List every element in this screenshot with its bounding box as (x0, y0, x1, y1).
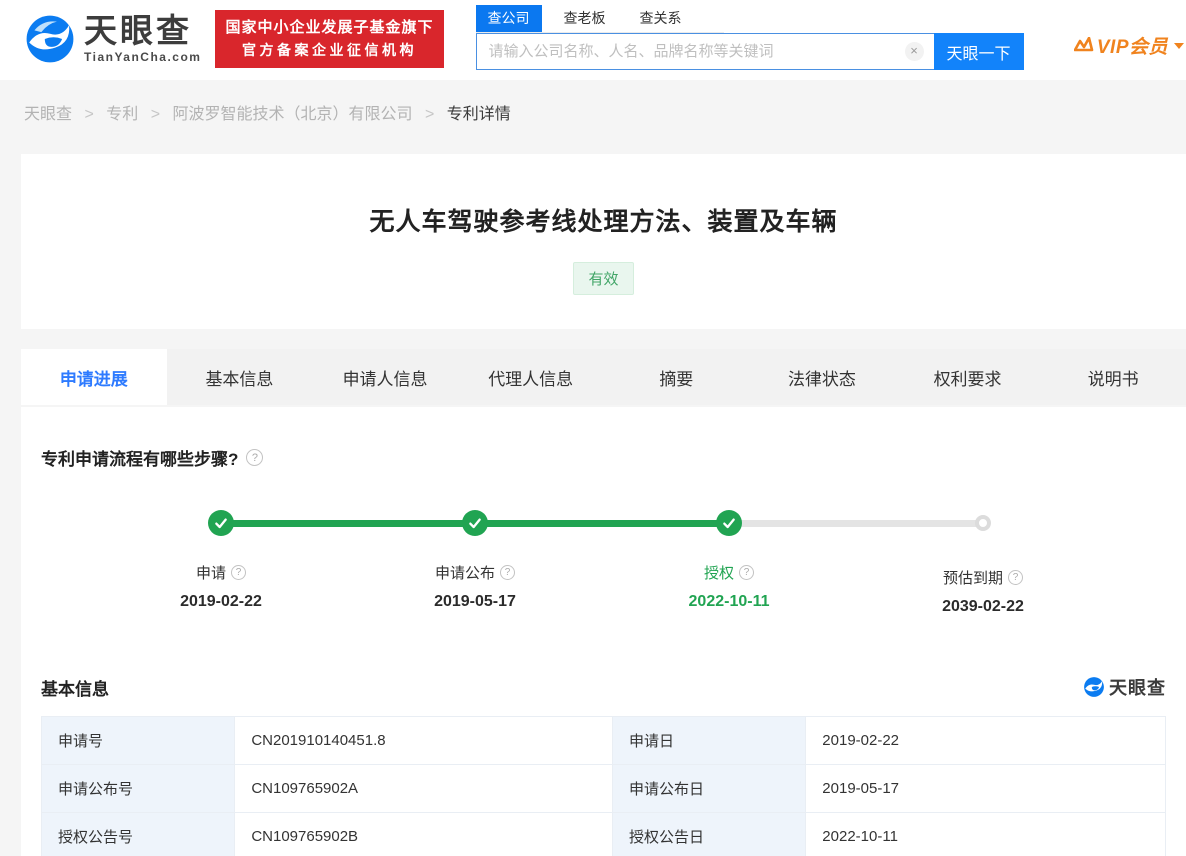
tab-agent-info[interactable]: 代理人信息 (458, 349, 604, 405)
table-row: 申请号 CN201910140451.8 申请日 2019-02-22 (40, 716, 1166, 765)
timeline-connector-done (475, 520, 729, 527)
help-icon[interactable]: ? (739, 565, 754, 580)
tab-legal-status[interactable]: 法律状态 (749, 349, 895, 405)
step-label: 授权 (703, 565, 734, 582)
timeline-connector-done (221, 520, 475, 527)
step-date: 2019-05-17 (434, 593, 516, 610)
header: 天眼查 TianYanCha.com 国家中小企业发展子基金旗下 官方备案企业征… (0, 0, 1186, 80)
timeline-step-estimated-expiry: 预估到期 ? 2039-02-22 (729, 510, 1110, 616)
breadcrumb-separator: > (150, 106, 161, 123)
detail-tabbar: 申请进展 基本信息 申请人信息 代理人信息 摘要 法律状态 权利要求 说明书 (21, 349, 1186, 405)
vip-label: VIP会员 (1096, 37, 1168, 58)
step-label: 申请公布 (434, 565, 495, 582)
progress-timeline: 申请 ? 2019-02-22 申请公布 ? 2019-05-17 授权 ? 2… (41, 510, 1166, 616)
row-value: 2019-05-17 (805, 764, 1166, 813)
search-tab-relation[interactable]: 查关系 (628, 5, 694, 32)
row-value: CN109765902B (234, 812, 613, 856)
row-value: CN201910140451.8 (234, 716, 613, 765)
tab-applicant-info[interactable]: 申请人信息 (312, 349, 458, 405)
tianyancha-swirl-icon (24, 13, 76, 65)
application-progress-panel: 专利申请流程有哪些步骤? ? 申请 ? 2019-02-22 申请公布 ? 20… (21, 407, 1186, 856)
breadcrumb-current: 专利详情 (446, 106, 511, 123)
tab-basic-info[interactable]: 基本信息 (167, 349, 313, 405)
row-label: 授权公告号 (40, 812, 236, 856)
breadcrumb: 天眼查 > 专利 > 阿波罗智能技术（北京）有限公司 > 专利详情 (0, 80, 1186, 144)
breadcrumb-separator: > (425, 106, 435, 123)
breadcrumb-company[interactable]: 阿波罗智能技术（北京）有限公司 (173, 106, 413, 123)
table-row: 申请公布号 CN109765902A 申请公布日 2019-05-17 (40, 764, 1166, 813)
tab-application-progress[interactable]: 申请进展 (21, 349, 167, 405)
progress-question: 专利申请流程有哪些步骤? ? (41, 407, 1166, 470)
row-value: CN109765902A (234, 764, 613, 813)
breadcrumb-patent[interactable]: 专利 (106, 106, 138, 123)
search-area: 查公司 查老板 查关系 × 天眼一下 (475, 0, 1024, 70)
search-input[interactable] (475, 33, 934, 70)
step-date: 2022-10-11 (688, 593, 770, 610)
tianyancha-swirl-icon (1084, 677, 1104, 697)
basic-info-table: 申请号 CN201910140451.8 申请日 2019-02-22 申请公布… (40, 716, 1166, 856)
row-label: 申请日 (611, 716, 807, 765)
row-label: 授权公告日 (611, 812, 807, 856)
tab-abstract[interactable]: 摘要 (604, 349, 750, 405)
step-label: 预估到期 (942, 570, 1003, 587)
help-icon[interactable]: ? (1008, 570, 1023, 585)
tianyancha-watermark: 天眼查 (1083, 674, 1166, 700)
tianyancha-logo[interactable]: 天眼查 TianYanCha.com (24, 13, 201, 65)
breadcrumb-separator: > (84, 106, 94, 123)
patent-title: 无人车驾驶参考线处理方法、装置及车辆 (369, 208, 838, 236)
search-tab-boss[interactable]: 查老板 (552, 5, 618, 32)
search-tabs: 查公司 查老板 查关系 (475, 5, 724, 33)
row-label: 申请公布日 (611, 764, 807, 813)
help-icon[interactable]: ? (231, 565, 246, 580)
tab-specification[interactable]: 说明书 (1040, 349, 1186, 405)
breadcrumb-home[interactable]: 天眼查 (24, 106, 72, 123)
tab-claims[interactable]: 权利要求 (895, 349, 1041, 405)
step-label: 申请 (195, 565, 226, 582)
timeline-connector-pending (729, 520, 983, 527)
vip-crown-icon (1073, 36, 1097, 55)
certification-badge: 国家中小企业发展子基金旗下 官方备案企业征信机构 (215, 10, 444, 68)
status-badge: 有效 (573, 262, 634, 295)
watermark-text: 天眼查 (1109, 678, 1166, 698)
certification-line2: 官方备案企业征信机构 (241, 42, 417, 58)
pending-circle-icon (975, 515, 991, 531)
logo-name: 天眼查 (84, 12, 192, 49)
basic-info-heading: 基本信息 (41, 679, 109, 699)
logo-domain: TianYanCha.com (84, 50, 202, 64)
help-icon[interactable]: ? (500, 565, 515, 580)
progress-question-text: 专利申请流程有哪些步骤? (41, 450, 239, 469)
search-tab-company[interactable]: 查公司 (475, 5, 542, 32)
search-button[interactable]: 天眼一下 (933, 33, 1024, 70)
check-circle-icon (208, 510, 234, 536)
chevron-down-icon (1174, 42, 1184, 49)
row-value: 2022-10-11 (805, 812, 1166, 856)
vip-menu[interactable]: VIP会员 (1073, 32, 1184, 59)
step-date: 2039-02-22 (942, 598, 1024, 615)
check-circle-icon (716, 510, 742, 536)
step-date: 2019-02-22 (180, 593, 262, 610)
patent-title-card: 无人车驾驶参考线处理方法、装置及车辆 有效 (21, 154, 1186, 329)
clear-icon[interactable]: × (904, 42, 924, 61)
table-row: 授权公告号 CN109765902B 授权公告日 2022-10-11 (40, 812, 1166, 856)
check-circle-icon (462, 510, 488, 536)
row-label: 申请公布号 (40, 764, 236, 813)
row-value: 2019-02-22 (805, 716, 1166, 765)
certification-line1: 国家中小企业发展子基金旗下 (225, 19, 434, 36)
row-label: 申请号 (40, 716, 236, 765)
help-icon[interactable]: ? (246, 449, 264, 466)
